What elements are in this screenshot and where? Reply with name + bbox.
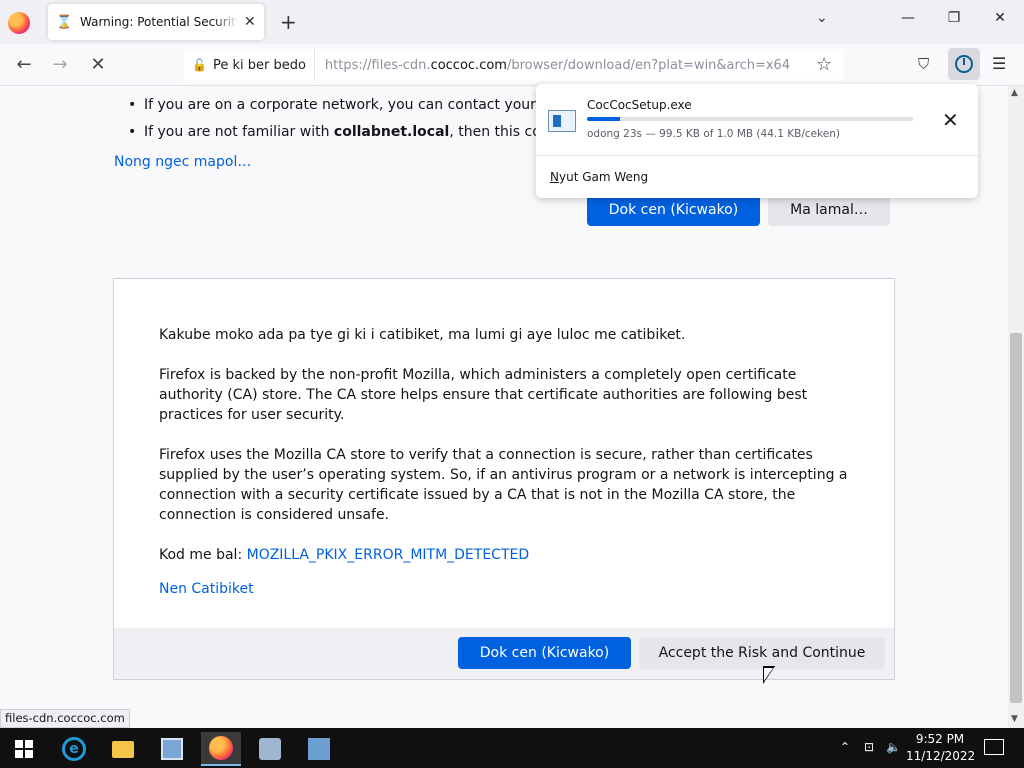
- go-back-button[interactable]: Dok cen (Kicwako): [458, 637, 631, 669]
- firefox-view-icon[interactable]: [8, 12, 30, 34]
- accept-risk-button[interactable]: Accept the Risk and Continue: [639, 637, 885, 669]
- url-text[interactable]: https://files-cdn.coccoc.com/browser/dow…: [325, 58, 790, 73]
- internet-explorer-icon[interactable]: e: [54, 732, 94, 766]
- advanced-para-2: Firefox is backed by the non-profit Mozi…: [159, 367, 808, 423]
- start-button[interactable]: [4, 732, 44, 766]
- scroll-up-icon[interactable]: ▲: [1011, 88, 1018, 98]
- file-explorer-icon[interactable]: [103, 732, 143, 766]
- download-progress-icon: [955, 55, 973, 73]
- status-url: files-cdn.coccoc.com: [0, 709, 130, 728]
- windows-logo-icon: [15, 740, 33, 758]
- show-all-downloads-button[interactable]: Nyut Gam Weng: [550, 170, 648, 184]
- taskbar: e ⌃ ⊡ 🔈: [0, 728, 1024, 768]
- advanced-para-1: Kakube moko ada pa tye gi ki i catibiket…: [159, 327, 686, 343]
- forward-arrow-icon[interactable]: →: [48, 54, 72, 75]
- tool-icon[interactable]: [250, 732, 290, 766]
- file-icon: [548, 110, 576, 132]
- site-identity-button[interactable]: 🔓 Pe ki ber bedo: [184, 49, 315, 81]
- view-certificate-link[interactable]: Nen Catibiket: [159, 581, 254, 597]
- cancel-download-icon[interactable]: ✕: [942, 108, 959, 132]
- nav-bar: ← → ✕ 🔓 Pe ki ber bedo https://files-cdn…: [0, 44, 1024, 86]
- chevron-down-icon[interactable]: ⌄: [816, 10, 828, 26]
- learn-more-link[interactable]: Nong ngec mapol…: [114, 154, 251, 170]
- download-progress-bar: [587, 117, 913, 121]
- back-arrow-icon[interactable]: ←: [12, 54, 36, 75]
- notification-icon[interactable]: [984, 739, 1004, 755]
- download-filename[interactable]: CocCocSetup.exe: [587, 98, 692, 112]
- server-manager-icon[interactable]: [152, 732, 192, 766]
- scrollbar[interactable]: ▲ ▼: [1008, 86, 1024, 728]
- mouse-cursor-icon: [763, 666, 775, 684]
- restore-icon[interactable]: ❐: [944, 10, 964, 26]
- firefox-taskbar-icon[interactable]: [201, 732, 241, 766]
- error-code-link[interactable]: MOZILLA_PKIX_ERROR_MITM_DETECTED: [247, 547, 530, 563]
- pocket-icon[interactable]: ⛉: [918, 55, 929, 73]
- advanced-panel: Kakube moko ada pa tye gi ki i catibiket…: [113, 278, 895, 680]
- go-back-button-top[interactable]: Dok cen (Kicwako): [587, 194, 760, 226]
- tab-title: Warning: Potential Security Risk Ahead: [80, 15, 238, 29]
- advanced-button[interactable]: Ma lamal…: [768, 194, 890, 226]
- minimize-icon[interactable]: —: [898, 10, 918, 26]
- volume-muted-icon[interactable]: 🔈: [886, 740, 901, 754]
- advanced-footer: Dok cen (Kicwako) Accept the Risk and Co…: [114, 628, 894, 679]
- advanced-para-3: Firefox uses the Mozilla CA store to ver…: [159, 447, 848, 523]
- hourglass-icon: ⌛: [56, 14, 73, 30]
- menu-icon[interactable]: ☰: [992, 54, 1006, 73]
- system-clock[interactable]: 9:52 PM 11/12/2022: [906, 731, 975, 765]
- identity-label: Pe ki ber bedo: [212, 57, 306, 73]
- downloads-button[interactable]: [948, 48, 980, 80]
- scroll-thumb[interactable]: [1010, 333, 1022, 703]
- downloads-panel: CocCocSetup.exe odong 23s — 99.5 KB of 1…: [536, 84, 978, 198]
- stop-loading-icon[interactable]: ✕: [86, 54, 110, 75]
- new-tab-icon[interactable]: +: [280, 10, 297, 34]
- lock-warning-icon: 🔓: [192, 58, 207, 72]
- installer-icon[interactable]: [299, 732, 339, 766]
- error-code-line: Kod me bal: MOZILLA_PKIX_ERROR_MITM_DETE…: [159, 547, 530, 563]
- bookmark-star-icon[interactable]: ☆: [816, 54, 832, 75]
- tab-active[interactable]: ⌛ Warning: Potential Security Risk Ahead…: [48, 4, 264, 40]
- download-status: odong 23s — 99.5 KB of 1.0 MB (44.1 KB/c…: [587, 128, 841, 140]
- scroll-down-icon[interactable]: ▼: [1011, 714, 1018, 724]
- network-icon[interactable]: ⊡: [864, 740, 874, 754]
- close-tab-icon[interactable]: ✕: [244, 14, 256, 30]
- divider: [536, 155, 978, 156]
- close-window-icon[interactable]: ✕: [990, 10, 1010, 26]
- tab-strip: ⌛ Warning: Potential Security Risk Ahead…: [0, 0, 1024, 44]
- url-bar[interactable]: 🔓 Pe ki ber bedo https://files-cdn.cocco…: [184, 49, 844, 81]
- progress-fill: [587, 117, 620, 121]
- chevron-up-icon[interactable]: ⌃: [840, 740, 850, 754]
- advanced-text: Kakube moko ada pa tye gi ki i catibiket…: [159, 325, 859, 585]
